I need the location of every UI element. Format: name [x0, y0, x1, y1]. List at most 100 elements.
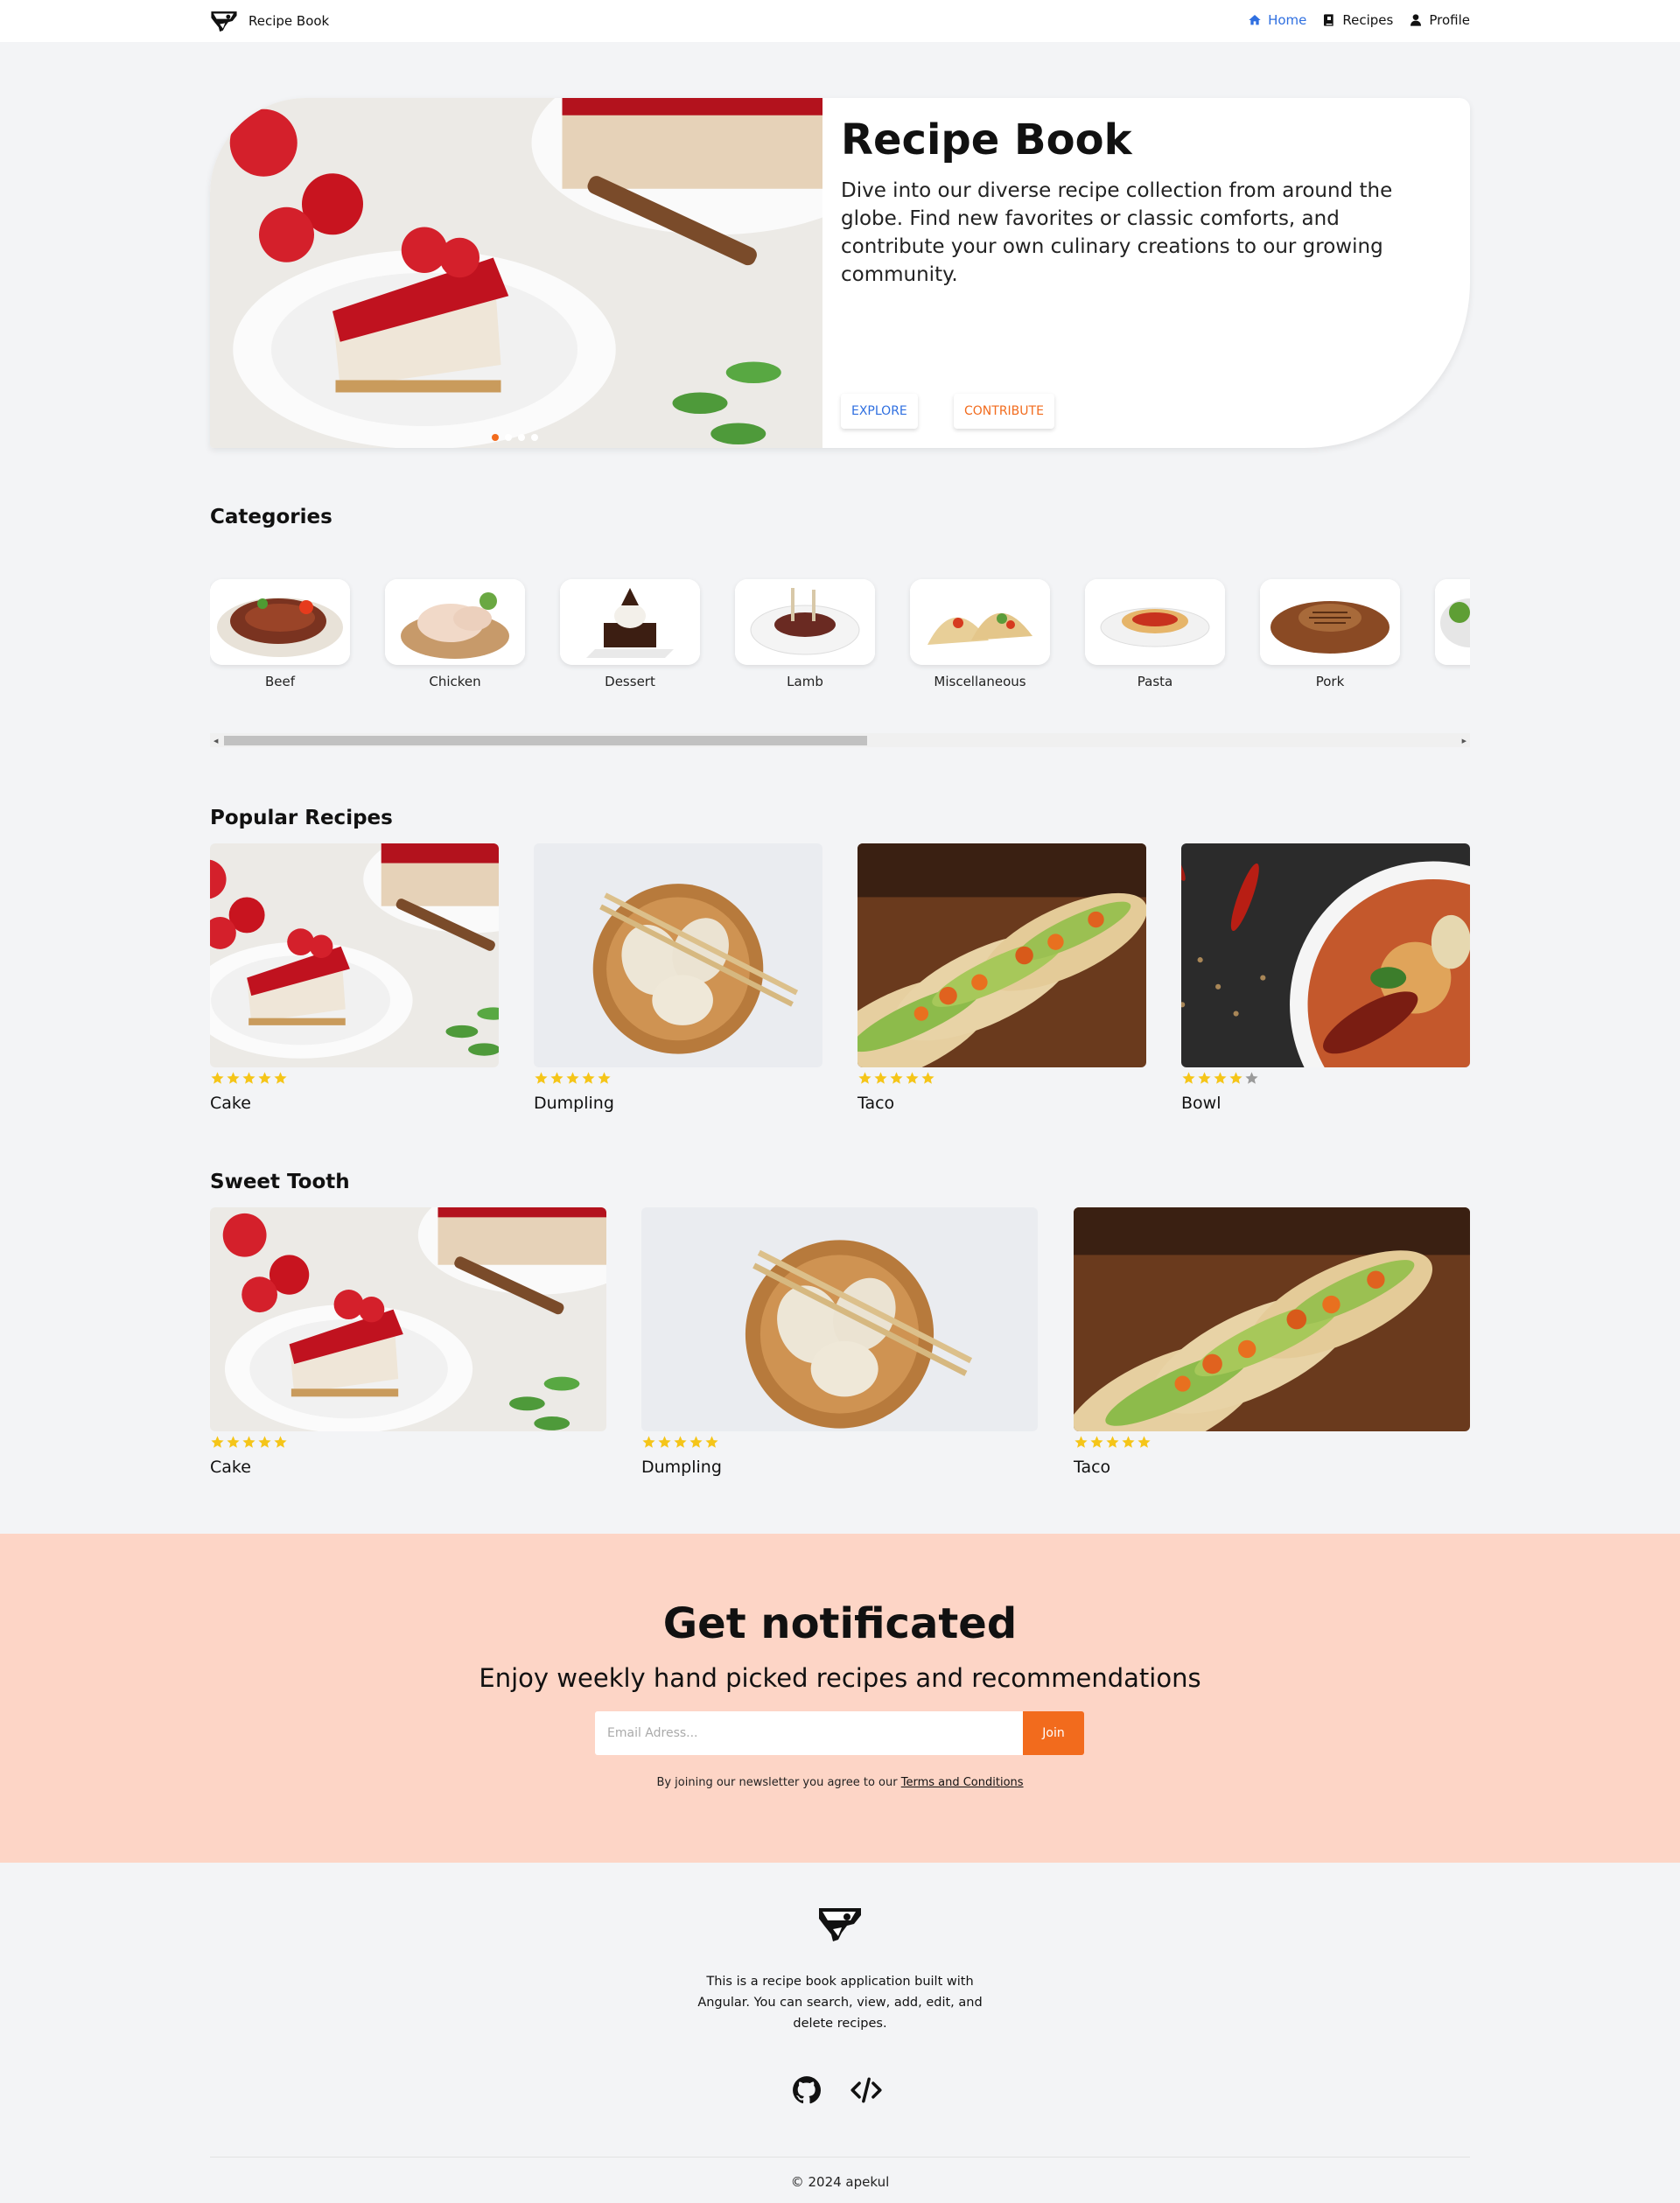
star-filled-icon — [858, 1071, 872, 1086]
star-filled-icon — [226, 1435, 241, 1450]
category-pork-image — [1260, 579, 1400, 665]
category-dessert[interactable]: Dessert — [560, 569, 700, 696]
footer-description: This is a recipe book application built … — [697, 1975, 983, 2031]
star-rating — [858, 1071, 935, 1086]
star-filled-icon — [1089, 1435, 1104, 1450]
footer-links — [790, 2074, 883, 2107]
terms-prefix: By joining our newsletter you agree to o… — [656, 1776, 898, 1789]
star-filled-icon — [550, 1071, 564, 1086]
star-filled-icon — [889, 1071, 904, 1086]
nav-link-recipes[interactable]: Recipes — [1322, 12, 1393, 28]
star-filled-icon — [1121, 1435, 1136, 1450]
star-filled-icon — [657, 1435, 672, 1450]
scroll-left-arrow-icon[interactable]: ◀ — [214, 738, 218, 745]
hero-cake-image — [210, 98, 822, 448]
hero-title: Recipe Book — [841, 115, 1132, 164]
recipe-image — [534, 843, 822, 1067]
category-label: Pasta — [1137, 674, 1173, 689]
star-rating — [1181, 1071, 1259, 1086]
category-pork[interactable]: Pork — [1260, 569, 1400, 696]
category-chicken-image — [385, 579, 525, 665]
sweet-tooth-title: Sweet Tooth — [210, 1171, 350, 1193]
github-icon[interactable] — [790, 2074, 823, 2107]
category-dessert-image — [560, 579, 700, 665]
star-filled-icon — [273, 1071, 288, 1086]
carousel-dot-3[interactable] — [518, 434, 525, 441]
recipe-name: Dumpling — [641, 1458, 722, 1477]
category-beef[interactable]: Beef — [210, 569, 350, 696]
hero-card: Recipe Book Dive into our diverse recipe… — [210, 98, 1470, 448]
recipe-name: Bowl — [1181, 1094, 1222, 1113]
category-lamb[interactable]: Lamb — [735, 569, 875, 696]
newsletter-terms: By joining our newsletter you agree to o… — [0, 1776, 1680, 1789]
star-filled-icon — [257, 1435, 272, 1450]
scrollbar-thumb[interactable] — [224, 736, 867, 745]
contribute-button[interactable]: CONTRIBUTE — [954, 394, 1054, 429]
star-filled-icon — [1137, 1435, 1152, 1450]
category-label: Chicken — [429, 674, 481, 689]
star-filled-icon — [1074, 1435, 1088, 1450]
recipe-image — [210, 1207, 606, 1431]
star-rating — [210, 1071, 288, 1086]
star-filled-icon — [1197, 1071, 1212, 1086]
category-label: Miscellaneous — [934, 674, 1026, 689]
nav-link-recipes-label: Recipes — [1342, 12, 1394, 28]
recipe-image — [210, 843, 499, 1067]
carousel-dot-1[interactable] — [492, 434, 499, 441]
terms-link[interactable]: Terms and Conditions — [901, 1776, 1024, 1789]
category-pasta[interactable]: Pasta — [1085, 569, 1225, 696]
star-filled-icon — [226, 1071, 241, 1086]
category-partial[interactable] — [1435, 569, 1470, 696]
category-label: Lamb — [787, 674, 823, 689]
nav-link-home[interactable]: Home — [1248, 12, 1306, 28]
category-chicken[interactable]: Chicken — [385, 569, 525, 696]
category-label: Beef — [264, 674, 296, 689]
nav-link-profile[interactable]: Profile — [1409, 12, 1470, 28]
star-filled-icon — [210, 1435, 225, 1450]
brand-title[interactable]: Recipe Book — [248, 13, 329, 29]
scroll-right-arrow-icon[interactable]: ▶ — [1462, 738, 1466, 745]
star-filled-icon — [242, 1071, 256, 1086]
email-input[interactable] — [595, 1711, 1023, 1755]
join-button[interactable]: Join — [1023, 1711, 1084, 1755]
nav-links: Home Recipes Profile — [1248, 12, 1470, 28]
star-filled-icon — [210, 1071, 225, 1086]
category-miscellaneous[interactable]: Miscellaneous — [910, 569, 1050, 696]
hero-description: Dive into our diverse recipe collection … — [841, 179, 1393, 286]
carousel-dots — [492, 434, 538, 441]
categories-scrollbar[interactable]: ◀ ▶ — [210, 733, 1470, 747]
star-rating — [210, 1435, 288, 1450]
star-rating — [641, 1435, 719, 1450]
star-rating — [534, 1071, 612, 1086]
newsletter-subtitle: Enjoy weekly hand picked recipes and rec… — [479, 1663, 1201, 1693]
recipe-image — [1181, 843, 1470, 1067]
book-icon — [1324, 14, 1334, 26]
category-beef-image — [210, 579, 350, 665]
star-filled-icon — [273, 1435, 288, 1450]
category-lamb-image — [735, 579, 875, 665]
star-filled-icon — [704, 1435, 719, 1450]
category-miscellaneous-image — [910, 579, 1050, 665]
recipe-book-logo-icon[interactable] — [209, 8, 239, 34]
star-filled-icon — [257, 1071, 272, 1086]
categories-carousel: Beef Chicken Dessert Lamb Miscellaneous … — [210, 569, 1470, 696]
star-filled-icon — [905, 1071, 920, 1086]
recipe-name: Cake — [210, 1458, 251, 1477]
star-filled-icon — [641, 1435, 656, 1450]
top-navbar: Recipe Book Home Recipes Profile — [0, 0, 1680, 42]
star-filled-icon — [1181, 1071, 1196, 1086]
star-filled-icon — [673, 1435, 688, 1450]
recipe-name: Cake — [210, 1094, 251, 1113]
footer-logo-icon — [816, 1903, 864, 1945]
carousel-dot-2[interactable] — [505, 434, 512, 441]
code-icon[interactable] — [850, 2074, 883, 2107]
star-filled-icon — [534, 1071, 549, 1086]
explore-button[interactable]: EXPLORE — [841, 394, 918, 429]
footer-divider — [210, 2157, 1470, 2158]
star-filled-icon — [581, 1071, 596, 1086]
hero-carousel[interactable] — [210, 98, 822, 448]
newsletter-title: Get notificated — [662, 1599, 1018, 1648]
category-partial-image — [1435, 579, 1470, 665]
carousel-dot-4[interactable] — [531, 434, 538, 441]
recipe-name: Taco — [858, 1094, 895, 1113]
